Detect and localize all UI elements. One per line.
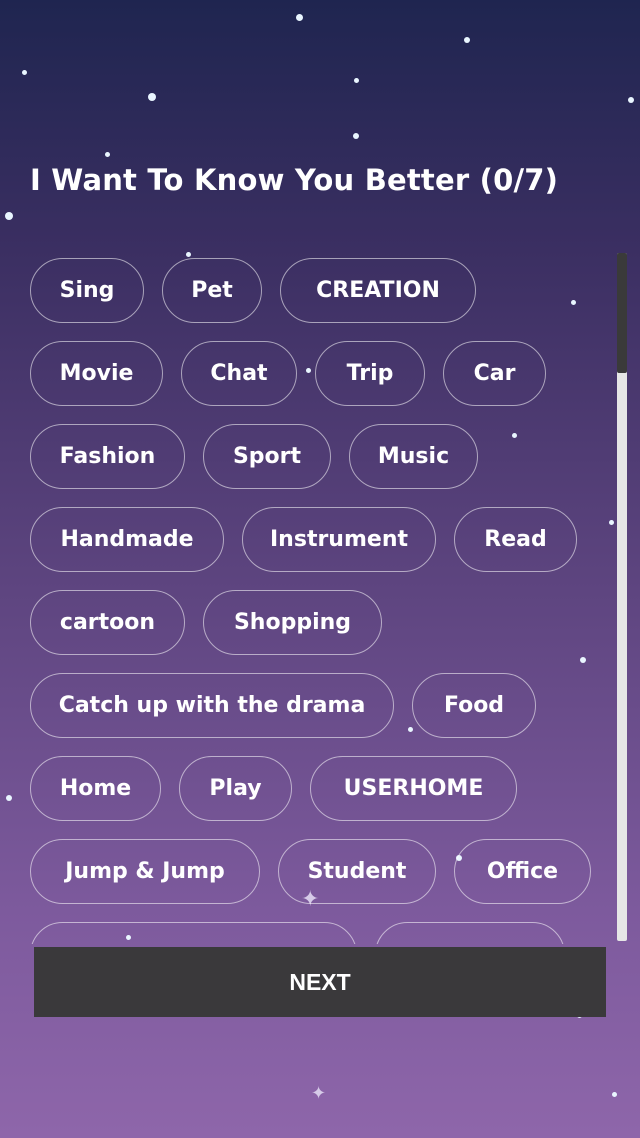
tag-row: Catch up with the drama Food [30,673,610,738]
interest-tag-car[interactable]: Car [443,341,546,406]
interest-tag-home[interactable]: Home [30,756,161,821]
interest-tag-chat[interactable]: Chat [181,341,297,406]
interest-tag-student[interactable]: Student [278,839,436,904]
star-icon [148,93,156,101]
interest-tag-office[interactable]: Office [454,839,591,904]
interest-tag-cartoon[interactable]: cartoon [30,590,185,655]
interest-tag-food[interactable]: Food [412,673,536,738]
interest-tag-fashion[interactable]: Fashion [30,424,185,489]
star-icon [6,795,12,801]
sparkle-icon: ✦ [311,1083,327,1104]
interest-tag-sing[interactable]: Sing [30,258,144,323]
tag-row: Movie Chat Trip Car [30,341,610,406]
star-icon [296,14,303,21]
interest-tag-play[interactable]: Play [179,756,292,821]
scrollbar-thumb[interactable] [617,253,627,373]
interest-tag-creation[interactable]: CREATION [280,258,476,323]
star-icon [353,133,359,139]
star-icon [354,78,359,83]
star-icon [22,70,27,75]
tag-row: Jump & Jump Student Office [30,839,610,904]
star-icon [628,97,634,103]
interest-tag-list: Sing Pet CREATION Movie Chat Trip Car Fashion Sp… [30,258,610,944]
star-icon [105,152,110,157]
tag-row [30,922,610,944]
star-icon [612,1092,617,1097]
interest-tag-catch-up-with-the-drama[interactable]: Catch up with the drama [30,673,394,738]
star-icon [186,252,191,257]
interest-tag-music[interactable]: Music [349,424,478,489]
tag-row: cartoon Shopping [30,590,610,655]
star-icon [5,212,13,220]
interest-tag-partial[interactable] [30,922,357,944]
interest-tag-partial[interactable] [375,922,565,944]
tag-row: Fashion Sport Music [30,424,610,489]
tag-row: Sing Pet CREATION [30,258,610,323]
interest-tag-shopping[interactable]: Shopping [203,590,382,655]
interest-tag-jump-jump[interactable]: Jump & Jump [30,839,260,904]
interest-tag-sport[interactable]: Sport [203,424,331,489]
tag-row: Handmade Instrument Read [30,507,610,572]
interest-tag-handmade[interactable]: Handmade [30,507,224,572]
interest-tag-userhome[interactable]: USERHOME [310,756,517,821]
interest-tag-pet[interactable]: Pet [162,258,262,323]
page-title: I Want To Know You Better (0/7) [30,163,559,197]
interest-tag-trip[interactable]: Trip [315,341,425,406]
next-button[interactable]: NEXT [34,947,606,1017]
interest-tag-movie[interactable]: Movie [30,341,163,406]
interest-tag-instrument[interactable]: Instrument [242,507,436,572]
star-icon [464,37,470,43]
interest-tag-read[interactable]: Read [454,507,577,572]
tag-row: Home Play USERHOME [30,756,610,821]
